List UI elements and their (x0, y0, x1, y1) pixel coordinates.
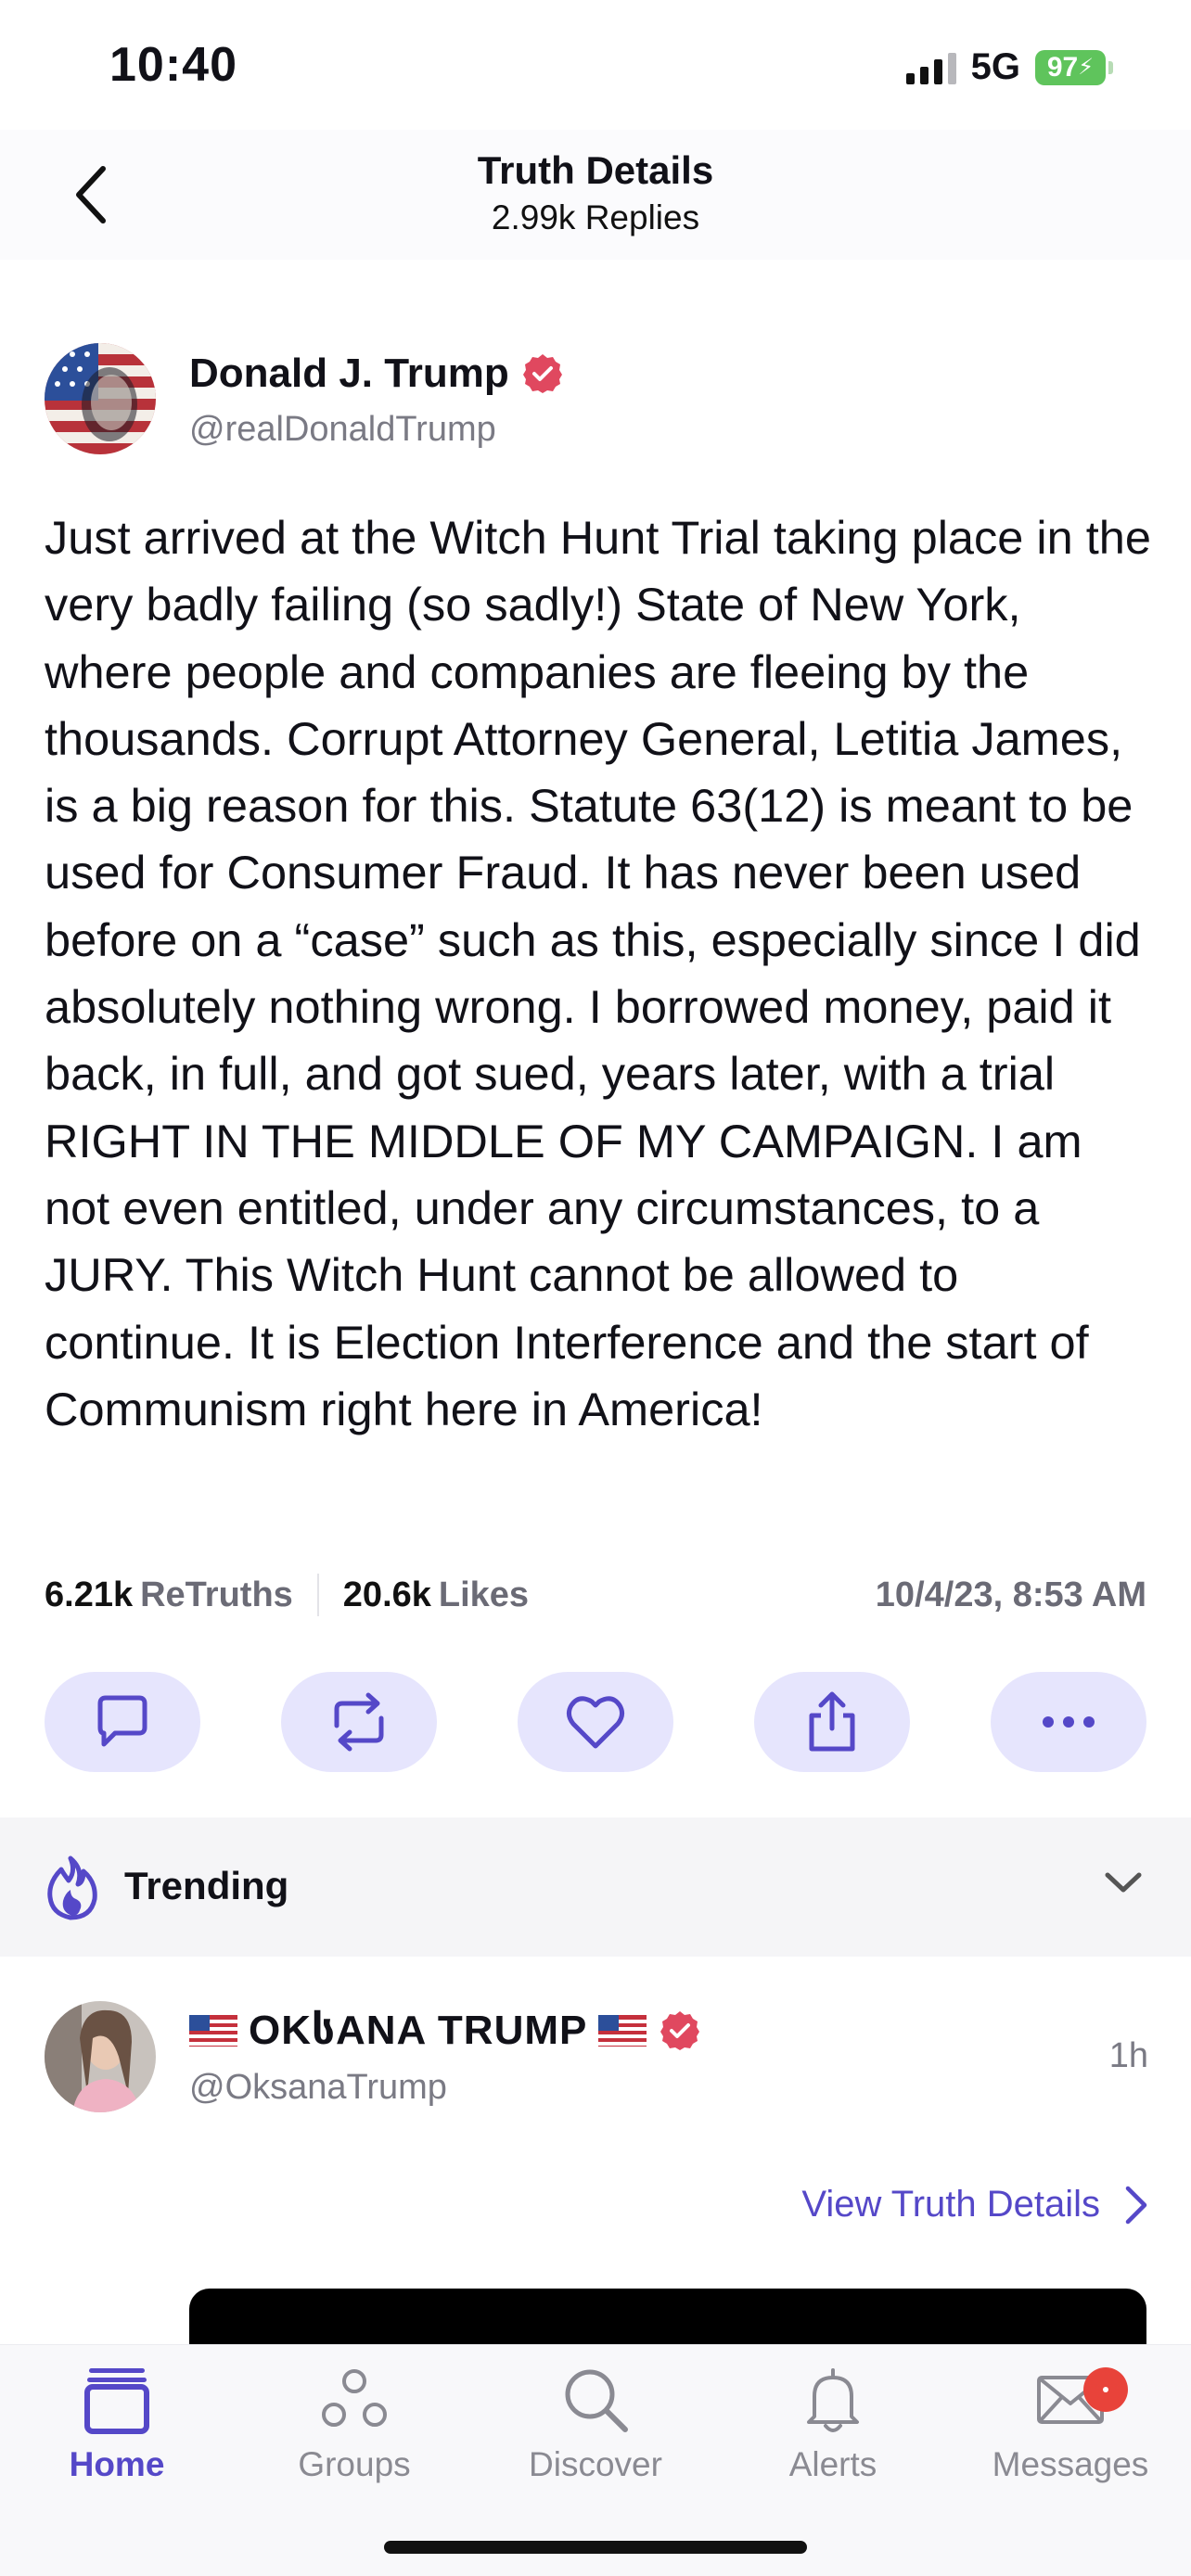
tab-home[interactable]: Home (15, 2358, 219, 2484)
share-button[interactable] (754, 1672, 910, 1772)
tab-home-label: Home (69, 2445, 165, 2483)
groups-icon (322, 2369, 387, 2427)
view-truth-details-label: View Truth Details (801, 2184, 1100, 2225)
us-flag-icon (598, 2014, 647, 2047)
bell-icon (807, 2368, 859, 2432)
page-header: Truth Details 2.99k Replies (0, 130, 1191, 260)
tab-discover[interactable]: Discover (493, 2358, 698, 2484)
reply-count: 2.99k Replies (491, 198, 700, 236)
us-flag-icon (189, 2014, 237, 2047)
post-stats: 6.21k ReTruths 20.6k Likes 10/4/23, 8:53… (45, 1567, 1146, 1623)
more-icon (1043, 1716, 1095, 1728)
tab-groups-label: Groups (298, 2445, 411, 2483)
tab-messages[interactable]: Messages (968, 2358, 1172, 2484)
view-truth-details-link[interactable]: View Truth Details (801, 2184, 1148, 2225)
signal-icon (905, 51, 956, 84)
trending-label: Trending (124, 1864, 289, 1907)
avatar[interactable] (45, 2001, 156, 2112)
retruth-button[interactable] (281, 1672, 437, 1772)
more-button[interactable] (991, 1672, 1146, 1772)
reply-button[interactable] (45, 1672, 200, 1772)
page-title: Truth Details (477, 148, 714, 192)
battery-level: 97 (1046, 51, 1079, 83)
status-bar: 10:40 5G 97 ⚡ (0, 0, 1191, 130)
flame-icon (47, 1855, 97, 1920)
author-name[interactable]: Donald J. Trump (189, 351, 509, 397)
share-icon (809, 1691, 855, 1752)
tab-discover-label: Discover (529, 2445, 662, 2483)
trending-author-name[interactable]: OKსANA TRUMP (249, 2007, 587, 2054)
status-indicators: 5G 97 ⚡ (905, 46, 1113, 88)
chevron-down-icon (1105, 1872, 1142, 1893)
tab-messages-label: Messages (992, 2445, 1149, 2483)
post-author: Donald J. Trump @realDonaldTrump (45, 343, 1148, 454)
like-button[interactable] (518, 1672, 673, 1772)
likes-count[interactable]: 20.6k (343, 1575, 431, 1615)
likes-label[interactable]: Likes (439, 1575, 529, 1615)
heart-icon (566, 1696, 625, 1749)
tab-alerts-label: Alerts (788, 2445, 877, 2483)
tab-alerts[interactable]: Alerts (731, 2358, 935, 2484)
trending-author-handle[interactable]: @OksanaTrump (189, 2068, 447, 2108)
retruth-icon (334, 1692, 384, 1752)
retruths-count[interactable]: 6.21k (45, 1575, 133, 1615)
home-indicator (384, 2541, 807, 2554)
home-icon (84, 2368, 149, 2434)
trending-bar[interactable]: Trending (0, 1817, 1191, 1957)
author-handle[interactable]: @realDonaldTrump (189, 410, 496, 450)
post-actions (45, 1672, 1146, 1772)
trending-post-time: 1h (1108, 2036, 1148, 2075)
reply-icon (97, 1695, 147, 1747)
verified-badge-icon (660, 2010, 700, 2050)
post-text: Just arrived at the Witch Hunt Trial tak… (45, 511, 1151, 1435)
avatar[interactable] (45, 343, 156, 454)
retruths-label[interactable]: ReTruths (140, 1575, 293, 1615)
status-time: 10:40 (109, 38, 237, 92)
chevron-right-icon (1125, 2186, 1147, 2224)
trending-post-author: OKსANA TRUMP @OksanaTrump 1h (45, 2001, 1148, 2112)
stats-divider (316, 1574, 319, 1616)
post-date: 10/4/23, 8:53 AM (875, 1575, 1146, 1614)
notification-badge (1083, 2367, 1128, 2412)
tab-groups[interactable]: Groups (252, 2358, 456, 2484)
verified-badge-icon (522, 354, 562, 393)
network-type: 5G (970, 46, 1020, 87)
battery-icon: 97 ⚡ (1035, 49, 1113, 85)
search-icon (565, 2369, 628, 2432)
